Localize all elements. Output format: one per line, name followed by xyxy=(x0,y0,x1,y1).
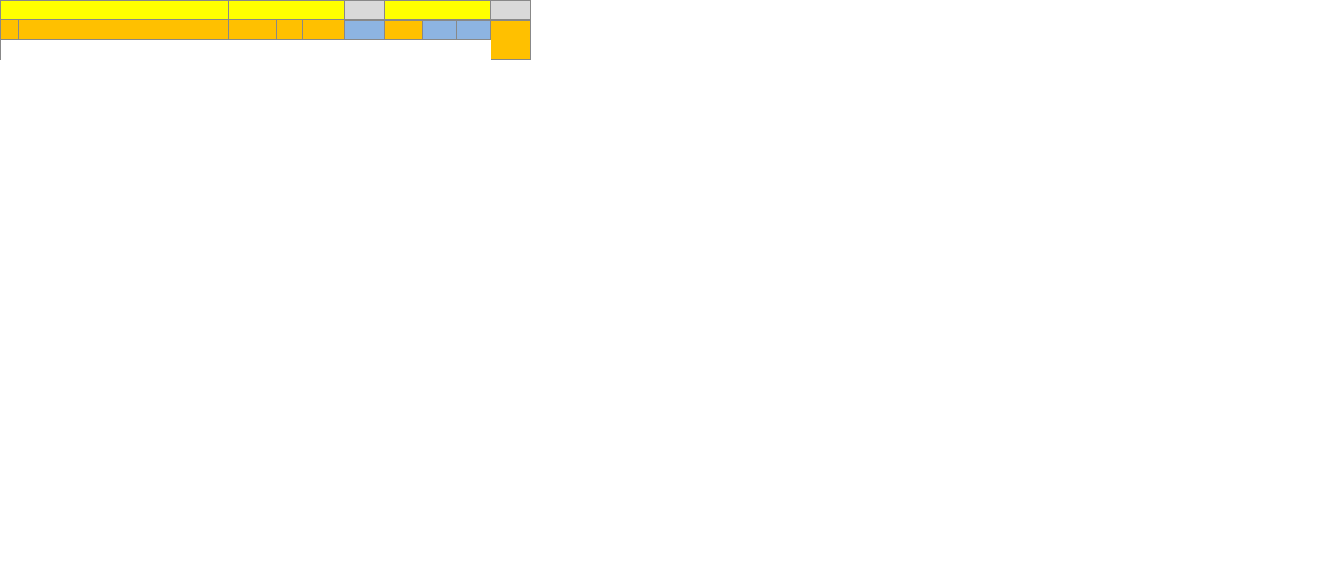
gantt-tracker xyxy=(0,0,1319,60)
view-start-date[interactable] xyxy=(345,0,385,20)
col-plan-sub xyxy=(457,20,491,40)
timeline-label xyxy=(385,0,491,20)
view-start-label[interactable] xyxy=(229,0,345,20)
project-title xyxy=(1,0,229,20)
col-act-sub xyxy=(423,20,457,40)
col-effort-sub xyxy=(385,20,423,40)
col-finish-sub xyxy=(345,20,385,40)
col-status xyxy=(491,20,531,60)
timeline-unit[interactable] xyxy=(491,0,531,20)
